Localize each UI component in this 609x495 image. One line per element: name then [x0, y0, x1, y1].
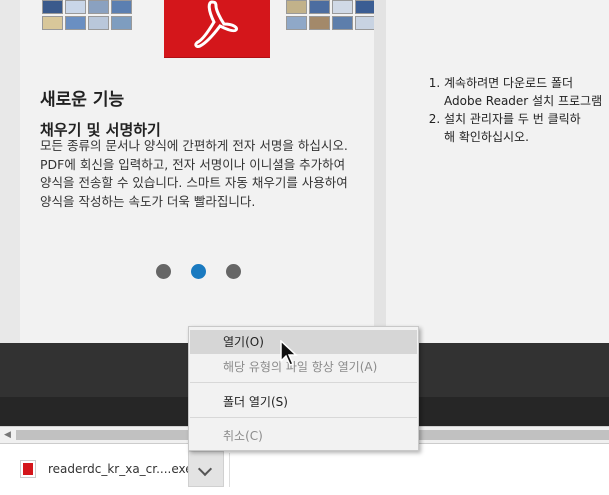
- thumbnail: [65, 16, 86, 30]
- thumbnail: [42, 16, 63, 30]
- menu-item-open[interactable]: 열기(O): [190, 330, 417, 354]
- feature-description: 모든 종류의 문서나 양식에 간편하게 전자 서명을 하십시오. PDF에 회신…: [40, 138, 348, 209]
- chevron-down-icon: [197, 461, 213, 477]
- menu-item-show-in-folder[interactable]: 폴더 열기(S): [190, 390, 417, 414]
- carousel-dot[interactable]: [226, 264, 241, 279]
- download-separator: [229, 453, 230, 487]
- carousel-indicator: [156, 264, 241, 279]
- menu-item-cancel[interactable]: 취소(C): [190, 424, 417, 448]
- thumbnail: [332, 16, 353, 30]
- thumbnail: [42, 0, 63, 14]
- thumbnail: [88, 0, 109, 14]
- thumbnail: [309, 16, 330, 30]
- panel-divider: [374, 0, 386, 343]
- thumbnail-grid-right: [286, 0, 376, 30]
- menu-separator: [190, 417, 417, 418]
- promo-heading: 새로운 기능: [40, 90, 125, 110]
- instructions-list: 계속하려면 다운로드 폴더Adobe Reader 설치 프로그램 설치 관리자…: [386, 74, 602, 146]
- pdf-file-icon: [20, 460, 36, 478]
- thumbnail: [111, 0, 132, 14]
- carousel-dot[interactable]: [156, 264, 171, 279]
- menu-item-always-open[interactable]: 해당 유형의 파일 항상 열기(A): [190, 355, 417, 379]
- thumbnail: [286, 16, 307, 30]
- thumbnail: [286, 0, 307, 14]
- mouse-cursor-icon: [280, 340, 298, 366]
- thumbnail-grid-left: [42, 0, 132, 30]
- instructions-panel: [386, 0, 609, 343]
- promo-card: 새로운 기능 채우기 및 서명하기 모든 종류의 문서나 양식에 간편하게 전자…: [20, 0, 376, 343]
- thumbnail: [111, 16, 132, 30]
- download-options-button[interactable]: [188, 451, 224, 487]
- carousel-dot-active[interactable]: [191, 264, 206, 279]
- thumbnail: [355, 16, 376, 30]
- scroll-left-arrow-icon[interactable]: ◀: [4, 430, 11, 440]
- thumbnail: [355, 0, 376, 14]
- download-context-menu: 열기(O) 해당 유형의 파일 항상 열기(A) 폴더 열기(S) 취소(C): [188, 326, 419, 451]
- instruction-step: 계속하려면 다운로드 폴더Adobe Reader 설치 프로그램: [444, 74, 602, 110]
- adobe-acrobat-logo: [164, 0, 270, 58]
- download-filename[interactable]: readerdc_kr_xa_cr....exe: [48, 462, 193, 476]
- thumbnail: [332, 0, 353, 14]
- thumbnail: [309, 0, 330, 14]
- instruction-step: 설치 관리자를 두 번 클릭하해 확인하십시오.: [444, 110, 594, 146]
- thumbnail: [88, 16, 109, 30]
- thumbnail: [65, 0, 86, 14]
- menu-separator: [190, 382, 417, 383]
